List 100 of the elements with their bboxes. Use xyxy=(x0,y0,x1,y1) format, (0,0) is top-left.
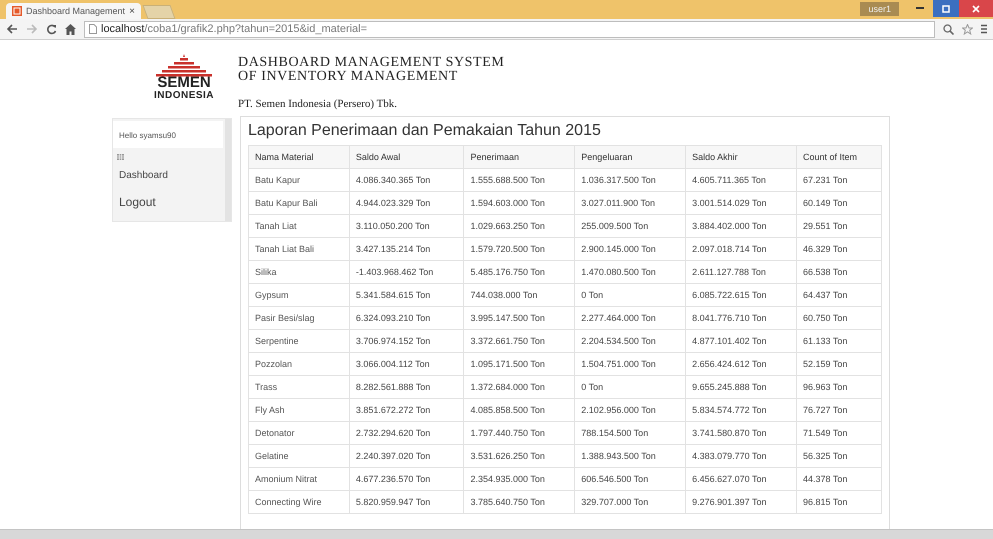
table-cell: 2.240.397.020 Ton xyxy=(349,444,464,468)
table-cell: 3.372.661.750 Ton xyxy=(464,330,575,352)
table-cell: 9.655.245.888 Ton xyxy=(686,376,796,398)
table-cell: 64.437 Ton xyxy=(796,284,882,306)
grid-icon[interactable] xyxy=(117,154,124,160)
report-title: Laporan Penerimaan dan Pemakaian Tahun 2015 xyxy=(248,121,602,140)
table-cell: 61.133 Ton xyxy=(796,330,882,352)
table-cell: 71.549 Ton xyxy=(796,422,882,444)
table-cell: 56.325 Ton xyxy=(796,444,882,468)
reload-icon[interactable] xyxy=(46,24,57,34)
table-cell: 4.944.023.329 Ton xyxy=(349,192,464,214)
table-cell: 2.900.145.000 Ton xyxy=(574,238,686,260)
menu-item[interactable]: Logout xyxy=(113,187,162,215)
table-cell: 1.095.171.500 Ton xyxy=(464,352,575,376)
table-cell: 1.388.943.500 Ton xyxy=(574,444,686,468)
table-cell: 1.470.080.500 Ton xyxy=(574,260,686,284)
table-cell: 1.036.317.500 Ton xyxy=(574,168,686,192)
table-cell: 67.231 Ton xyxy=(796,168,882,192)
table-cell: 60.750 Ton xyxy=(796,306,882,330)
table-cell: 2.656.424.612 Ton xyxy=(686,352,796,376)
table-cell: 255.009.500 Ton xyxy=(574,214,686,238)
table-cell: 6.456.627.070 Ton xyxy=(686,468,796,490)
table-cell: Batu Kapur xyxy=(248,168,350,192)
tab-title: Dashboard Management xyxy=(26,6,126,16)
menu-item[interactable]: Dashboard xyxy=(113,164,174,187)
logo-wordmark: SEMEN xyxy=(157,76,211,90)
maximize-button[interactable] xyxy=(933,0,959,17)
column-header: Saldo Awal xyxy=(349,146,464,168)
table-cell: 3.427.135.214 Ton xyxy=(349,238,464,260)
horizontal-scrollbar[interactable] xyxy=(0,529,993,539)
table-cell: 5.341.584.615 Ton xyxy=(349,284,464,306)
table-cell: 9.276.901.397 Ton xyxy=(686,490,796,514)
browser-tab[interactable]: Dashboard Management × xyxy=(6,3,141,19)
table-cell: 3.741.580.870 Ton xyxy=(686,422,796,444)
table-cell: 96.963 Ton xyxy=(796,376,882,398)
close-icon xyxy=(972,4,980,12)
table-cell: Gypsum xyxy=(248,284,350,306)
table-cell: Pozzolan xyxy=(248,352,350,376)
address-bar[interactable]: localhost/coba1/grafik2.php?tahun=2015&id_material= xyxy=(84,20,935,38)
table-cell: Connecting Wire xyxy=(248,490,350,514)
system-title: OF INVENTORY MANAGEMENT xyxy=(238,70,459,84)
table-cell: 2.611.127.788 Ton xyxy=(686,260,796,284)
url-text: localhost/coba1/grafik2.php?tahun=2015&id_material= xyxy=(101,23,368,35)
logo-subtitle: INDONESIA xyxy=(154,90,214,101)
table-cell: 3.995.147.500 Ton xyxy=(464,306,575,330)
table-cell: 1.555.688.500 Ton xyxy=(464,168,575,192)
table-cell: Amonium Nitrat xyxy=(248,468,350,490)
table-cell: 4.677.236.570 Ton xyxy=(349,468,464,490)
maximize-icon xyxy=(942,4,950,12)
table-cell: 1.504.751.000 Ton xyxy=(574,352,686,376)
table-cell: 606.546.500 Ton xyxy=(574,468,686,490)
table-cell: 329.707.000 Ton xyxy=(574,490,686,514)
company-name: PT. Semen Indonesia (Persero) Tbk. xyxy=(238,98,398,110)
table-cell: 2.102.956.000 Ton xyxy=(574,398,686,422)
table-cell: 2.277.464.000 Ton xyxy=(574,306,686,330)
table-cell: 0 Ton xyxy=(574,376,686,398)
table-cell: 788.154.500 Ton xyxy=(574,422,686,444)
zoom-icon[interactable] xyxy=(943,24,954,34)
table-cell: 3.110.050.200 Ton xyxy=(349,214,464,238)
table-cell: 44.378 Ton xyxy=(796,468,882,490)
minimize-icon xyxy=(916,7,924,10)
table-cell: 2.204.534.500 Ton xyxy=(574,330,686,352)
table-cell: Tanah Liat Bali xyxy=(248,238,350,260)
table-cell: 5.485.176.750 Ton xyxy=(464,260,575,284)
table-cell: 3.851.672.272 Ton xyxy=(349,398,464,422)
close-window-button[interactable] xyxy=(959,0,993,17)
table-cell: Tanah Liat xyxy=(248,214,350,238)
home-icon[interactable] xyxy=(65,24,76,34)
table-cell: 76.727 Ton xyxy=(796,398,882,422)
table-cell: -1.403.968.462 Ton xyxy=(349,260,464,284)
table-cell: 6.324.093.210 Ton xyxy=(349,306,464,330)
table-cell: 6.085.722.615 Ton xyxy=(686,284,796,306)
table-cell: 46.329 Ton xyxy=(796,238,882,260)
table-cell: 3.001.514.029 Ton xyxy=(686,192,796,214)
column-header: Penerimaan xyxy=(464,146,575,168)
table-cell: Silika xyxy=(248,260,350,284)
table-cell: 4.605.711.365 Ton xyxy=(686,168,796,192)
table-cell: 3.884.402.000 Ton xyxy=(686,214,796,238)
table-cell: 66.538 Ton xyxy=(796,260,882,284)
table-cell: Trass xyxy=(248,376,350,398)
table-cell: 1.372.684.000 Ton xyxy=(464,376,575,398)
close-tab-button[interactable]: × xyxy=(129,6,135,16)
user-greeting: Hello syamsu90 xyxy=(113,121,223,148)
column-header: Saldo Akhir xyxy=(686,146,796,168)
back-icon[interactable] xyxy=(6,24,18,34)
table-cell: Detonator xyxy=(248,422,350,444)
page-icon xyxy=(89,24,97,34)
system-title: DASHBOARD MANAGEMENT SYSTEM xyxy=(238,56,504,70)
table-cell: 0 Ton xyxy=(574,284,686,306)
table-cell: 1.029.663.250 Ton xyxy=(464,214,575,238)
table-cell: 3.706.974.152 Ton xyxy=(349,330,464,352)
table-cell: 2.354.935.000 Ton xyxy=(464,468,575,490)
table-cell: 2.732.294.620 Ton xyxy=(349,422,464,444)
table-cell: Fly Ash xyxy=(248,398,350,422)
user-badge: user1 xyxy=(860,2,899,16)
table-cell: 1.579.720.500 Ton xyxy=(464,238,575,260)
table-cell: 29.551 Ton xyxy=(796,214,882,238)
menu-icon[interactable] xyxy=(981,24,987,34)
table-cell: 1.797.440.750 Ton xyxy=(464,422,575,444)
star-icon[interactable] xyxy=(962,24,973,34)
